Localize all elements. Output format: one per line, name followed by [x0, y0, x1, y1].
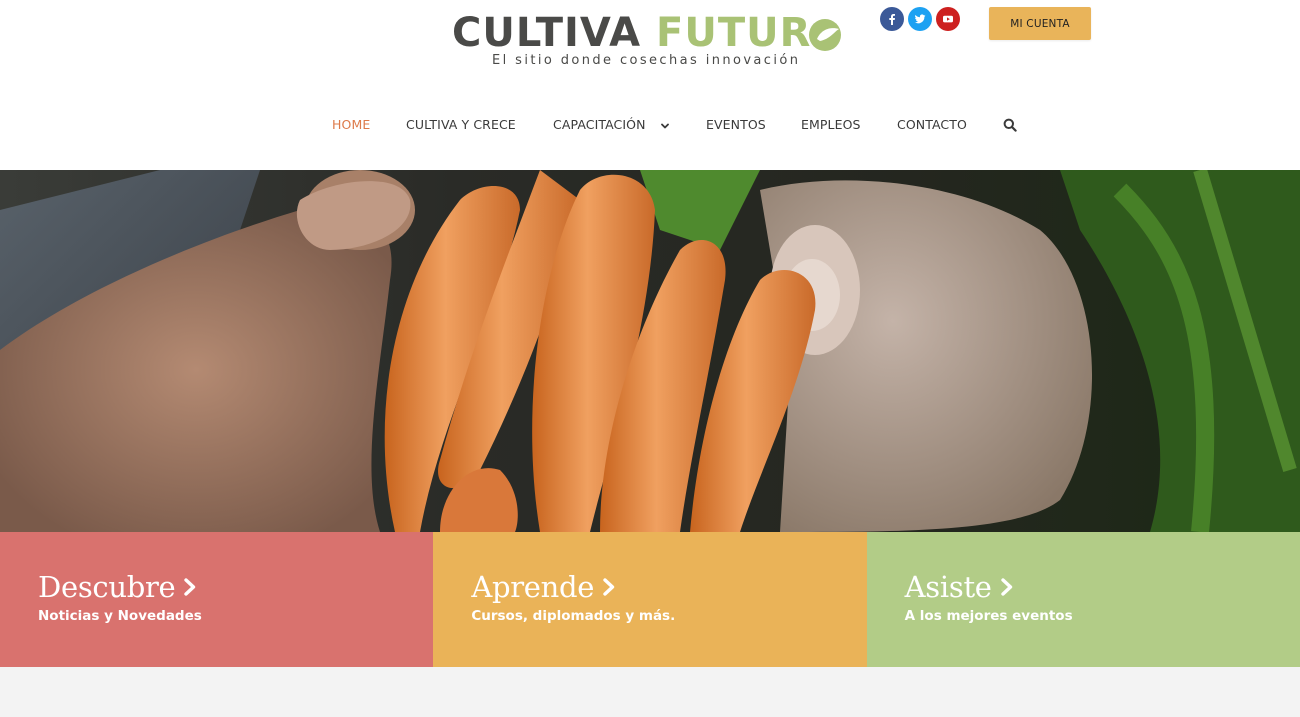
tile-title-text: Aprende [471, 570, 595, 604]
site-logo[interactable]: CULTIVA FUTUR El sitio donde cosechas in… [450, 10, 850, 72]
tile-subtitle: Cursos, diplomados y más. [471, 608, 676, 624]
my-account-button[interactable]: MI CUENTA [989, 7, 1091, 40]
youtube-icon[interactable] [936, 7, 960, 31]
facebook-icon[interactable] [880, 7, 904, 31]
logo-word-futuro: FUTUR [656, 10, 812, 56]
nav-item-capacitacion[interactable]: CAPACITACIÓN [553, 114, 670, 136]
nav-item-empleos[interactable]: EMPLEOS [801, 114, 861, 136]
nav-item-cultiva-y-crece[interactable]: CULTIVA Y CRECE [406, 114, 516, 136]
nav-item-home[interactable]: HOME [332, 114, 370, 136]
search-icon[interactable] [1003, 118, 1017, 132]
chevron-right-icon [184, 578, 196, 596]
leaf-o-icon [809, 19, 841, 51]
tile-title-text: Asiste [904, 570, 992, 604]
tile-title-text: Descubre [38, 570, 176, 604]
logo-wordmark: CULTIVA FUTUR [452, 10, 811, 56]
chevron-down-icon [660, 123, 669, 128]
tile-title: Descubre [38, 570, 197, 604]
tile-aprende[interactable]: Aprende Cursos, diplomados y más. [433, 532, 867, 667]
content-section-start [0, 667, 1300, 717]
nav-item-contacto[interactable]: CONTACTO [897, 114, 967, 136]
hero-banner [0, 170, 1300, 532]
nav-item-capacitacion-label: CAPACITACIÓN [553, 117, 646, 132]
tile-descubre[interactable]: Descubre Noticias y Novedades [0, 532, 434, 667]
tile-subtitle: Noticias y Novedades [38, 608, 202, 624]
tile-title: Asiste [905, 570, 1014, 604]
logo-tagline: El sitio donde cosechas innovación [492, 53, 801, 68]
chevron-right-icon [603, 578, 615, 596]
main-nav: HOME CULTIVA Y CRECE CAPACITACIÓN EVENTO… [0, 114, 1300, 136]
feature-tiles: Descubre Noticias y Novedades Aprende Cu… [0, 532, 1300, 667]
tile-asiste[interactable]: Asiste A los mejores eventos [866, 532, 1300, 667]
tile-subtitle: A los mejores eventos [904, 608, 1073, 624]
social-links [880, 7, 960, 31]
twitter-icon[interactable] [908, 7, 932, 31]
tile-title: Aprende [471, 570, 616, 604]
chevron-right-icon [1000, 578, 1012, 596]
logo-word-cultiva: CULTIVA [452, 10, 642, 56]
site-header: CULTIVA FUTUR El sitio donde cosechas in… [0, 0, 1300, 170]
nav-item-eventos[interactable]: EVENTOS [706, 114, 766, 136]
hero-carrots-image [0, 170, 1300, 532]
